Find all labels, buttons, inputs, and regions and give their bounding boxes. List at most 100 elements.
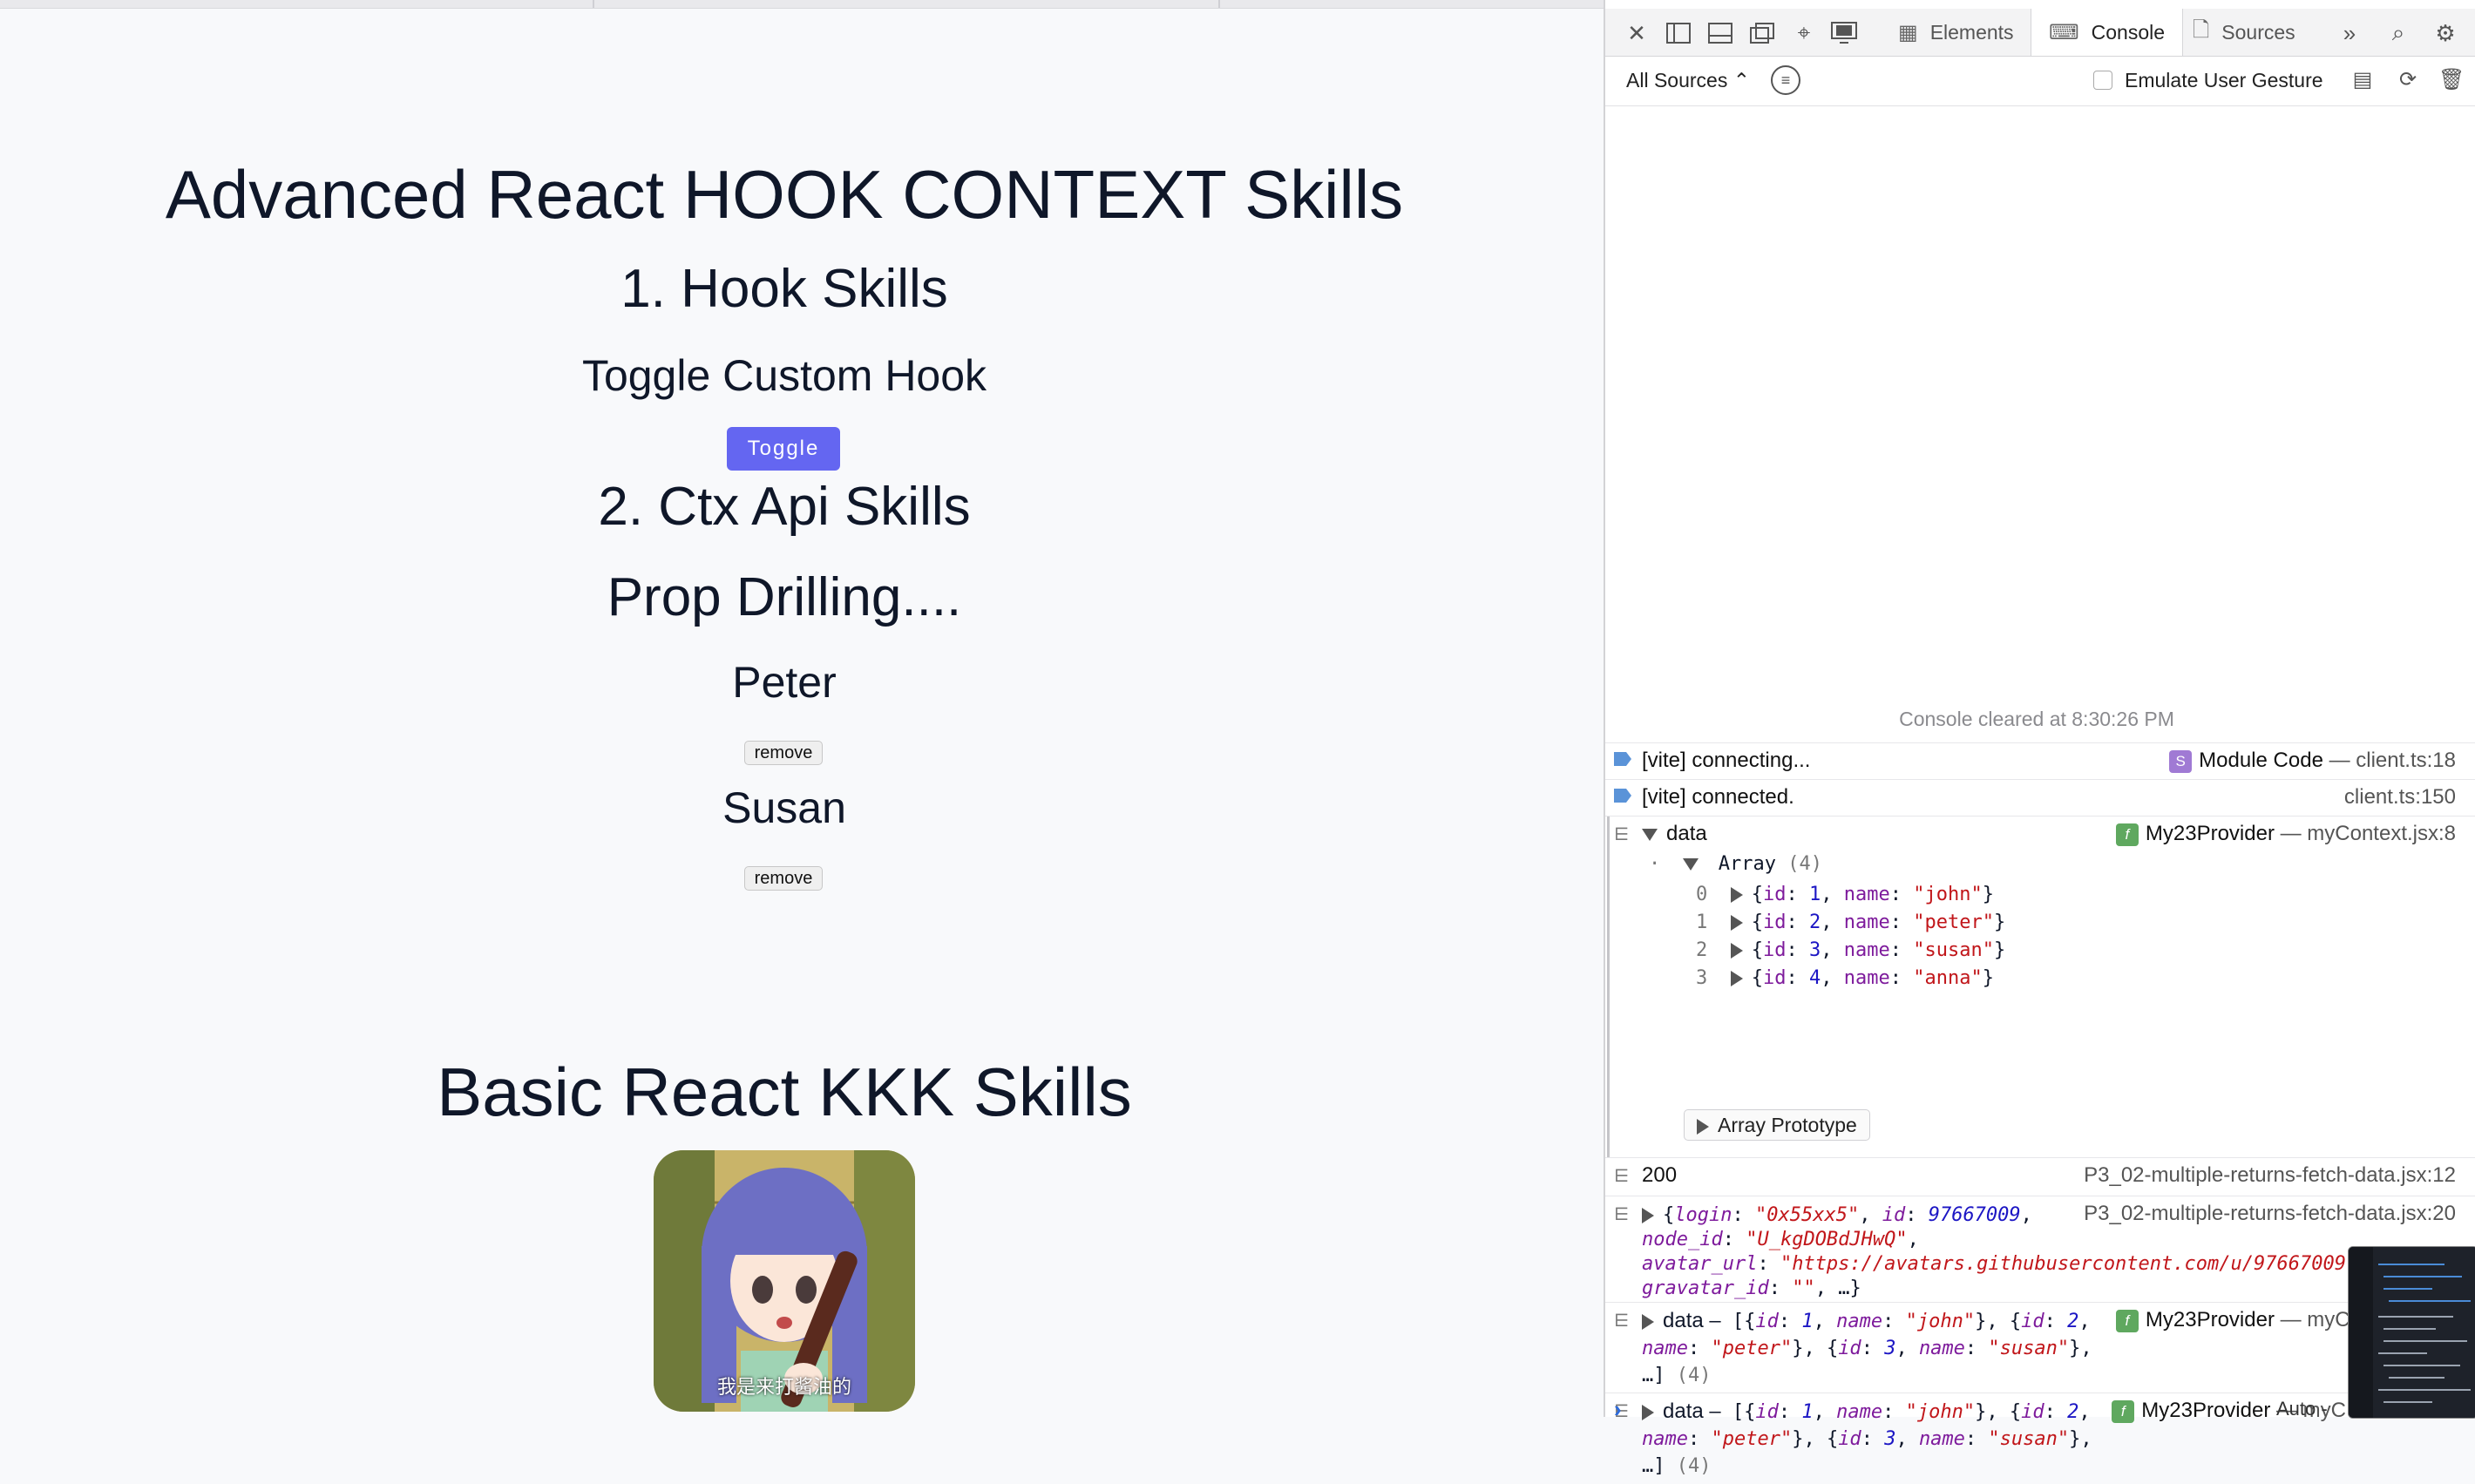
log-icon: ⋿ (1614, 1165, 1630, 1186)
console-source[interactable]: fMy23Provider — myContext.jsx:8 (2115, 822, 2456, 846)
console-source[interactable]: S Module Code — client.ts:18 (2169, 749, 2456, 773)
item-name: "john" (1913, 884, 1983, 905)
tab-console[interactable]: ⌨ Console (2031, 9, 2184, 56)
array-count: (4) (1676, 1455, 1712, 1477)
crosshair-icon[interactable]: ⌖ (1790, 19, 1818, 47)
expand-triangle-icon (1642, 1313, 1654, 1330)
item-name: "peter" (1913, 911, 1994, 933)
log-icon: ⋿ (1614, 1203, 1630, 1224)
console-message: [vite] connecting... (1642, 749, 1811, 772)
basic-heading: Basic React KKK Skills (437, 1054, 1132, 1130)
more-tabs-icon[interactable]: » (2336, 19, 2363, 47)
sources-icon: 🗋 (2193, 17, 2210, 42)
browser-tab-strip (0, 0, 1604, 9)
console-row[interactable]: [vite] connecting... S Module Code — clie… (1605, 742, 2475, 780)
data-summary[interactable]: data – [{id: 1, name: "john"}, {id: 2, na… (1642, 1399, 2095, 1480)
console-prompt-icon[interactable]: › (1614, 1396, 1622, 1423)
chevron-updown-icon: ⌃ (1732, 69, 1750, 91)
message-icon (1614, 789, 1631, 803)
toggle-button[interactable]: Toggle (727, 427, 840, 471)
trash-icon[interactable]: 🗑 (2438, 67, 2465, 93)
item-index: 0 (1696, 884, 1708, 905)
array-item[interactable]: 0 {id: 1, name: "john"} (1696, 881, 2005, 909)
log-label: data (1663, 1399, 1704, 1423)
source-link: client.ts:150 (2343, 785, 2456, 809)
function-badge: f (2115, 823, 2139, 846)
item-id: 4 (1809, 967, 1821, 989)
console-row[interactable]: [vite] connected. client.ts:150 (1605, 779, 2475, 817)
data-summary[interactable]: data – [{id: 1, name: "john"}, {id: 2, na… (1642, 1308, 2095, 1389)
tab-sources[interactable]: 🗋 Sources (2180, 9, 2308, 56)
console-row[interactable]: ⋿ 200 P3_02-multiple-returns-fetch-data.… (1605, 1157, 2475, 1196)
tab-separator (1218, 0, 1220, 8)
device-icon[interactable] (1830, 19, 1858, 47)
expand-triangle-icon (1642, 1208, 1654, 1223)
array-items: 0 {id: 1, name: "john"} 1 {id: 2, name: … (1696, 881, 2005, 993)
expand-triangle-icon (1642, 1404, 1654, 1420)
person-name: Susan (722, 783, 846, 832)
array-item[interactable]: 3 {id: 4, name: "anna"} (1696, 965, 2005, 993)
auto-selector[interactable]: Auto - (2276, 1398, 2328, 1420)
search-icon[interactable]: ⌕ (2384, 19, 2412, 47)
console-row[interactable]: ⋿ data f My23Provider — myContext.jsx:8 ·… (1605, 816, 2475, 1158)
array-node[interactable]: · Array (4) (1649, 853, 1822, 875)
function-name: My23Provider (2145, 1308, 2275, 1332)
login-value: "0x55xx5" (1754, 1204, 1860, 1226)
console-message[interactable]: data (1642, 822, 1707, 846)
array-prototype-button[interactable]: Array Prototype (1684, 1109, 1870, 1141)
screenshot-thumbnail[interactable] (2348, 1246, 2475, 1419)
sources-selector[interactable]: All Sources ⌃ (1626, 69, 1750, 92)
array-item[interactable]: 1 {id: 2, name: "peter"} (1696, 909, 2005, 937)
function-badge: f (2112, 1399, 2135, 1423)
filter-icon[interactable]: ≡ (1771, 65, 1800, 95)
avatar-image: 我是来打酱油的 (654, 1150, 915, 1412)
close-icon[interactable]: ✕ (1623, 19, 1651, 47)
console-row[interactable]: ⋿ fMy23Provider — myContext.jsx:8 data –… (1605, 1302, 2475, 1393)
remove-button[interactable]: remove (744, 866, 823, 891)
console-row[interactable]: ⋿ P3_02-multiple-returns-fetch-data.jsx:… (1605, 1196, 2475, 1303)
log-icon: ⋿ (1614, 823, 1630, 844)
toggle-heading: Toggle Custom Hook (581, 351, 987, 400)
source-link: P3_02-multiple-returns-fetch-data.jsx:12 (2084, 1163, 2456, 1187)
tab-elements[interactable]: ▦ Elements (1886, 9, 2026, 56)
array-label: Array (1718, 853, 1776, 875)
array-count: (4) (1676, 1365, 1712, 1386)
console-row[interactable]: ⋿ f My23Provider — myC data – [{id: 1, na… (1605, 1393, 2475, 1484)
group-bar (1607, 817, 1610, 1158)
gear-icon[interactable]: ⚙ (2431, 19, 2459, 47)
ctx-heading: 2. Ctx Api Skills (598, 477, 971, 537)
function-name: My23Provider (2145, 822, 2275, 845)
dock-bottom-icon[interactable] (1706, 19, 1734, 47)
console-source[interactable]: client.ts:150 (2344, 785, 2456, 810)
dock-left-icon[interactable] (1665, 19, 1692, 47)
module-badge: S (2169, 749, 2193, 773)
array-item[interactable]: 2 {id: 3, name: "susan"} (1696, 937, 2005, 965)
undock-icon[interactable] (1748, 19, 1776, 47)
message-icon (1614, 752, 1631, 766)
console-filter-bar: All Sources ⌃ ≡ Emulate User Gesture ▤ ⟳… (1605, 57, 2475, 106)
emulate-gesture-label: Emulate User Gesture (2125, 69, 2323, 91)
emulate-gesture-checkbox[interactable] (2093, 71, 2112, 90)
gravatar-id-value: "" (1792, 1277, 1815, 1299)
app-page: Advanced React HOOK CONTEXT Skills 1. Ho… (0, 9, 1604, 1417)
array-count: (4) (1787, 853, 1822, 875)
tab-label: Sources (2221, 20, 2295, 44)
console-output: Console cleared at 8:30:26 PM [vite] con… (1605, 106, 2475, 1477)
avatar-caption: 我是来打酱油的 (716, 1376, 851, 1398)
snippet-icon[interactable]: ▤ (2350, 67, 2376, 93)
console-source[interactable]: P3_02-multiple-returns-fetch-data.jsx:12 (2084, 1163, 2456, 1188)
fetched-object[interactable]: {login: "0x55xx5", id: 97667009, node_id… (1642, 1203, 2461, 1301)
expand-triangle-icon (1730, 971, 1743, 986)
item-index: 1 (1696, 911, 1708, 933)
log-label: data (1666, 822, 1707, 845)
console-cleared-message: Console cleared at 8:30:26 PM (1899, 708, 2174, 730)
item-id: 1 (1809, 884, 1821, 905)
console-message: 200 (1642, 1163, 1678, 1187)
remove-button[interactable]: remove (744, 741, 823, 765)
reload-icon[interactable]: ⟳ (2395, 67, 2421, 93)
item-index: 2 (1696, 939, 1708, 961)
expand-triangle-icon (1730, 887, 1743, 903)
hook-heading: 1. Hook Skills (620, 259, 948, 319)
expand-triangle-icon (1642, 828, 1658, 841)
prototype-label: Array Prototype (1718, 1114, 1857, 1136)
